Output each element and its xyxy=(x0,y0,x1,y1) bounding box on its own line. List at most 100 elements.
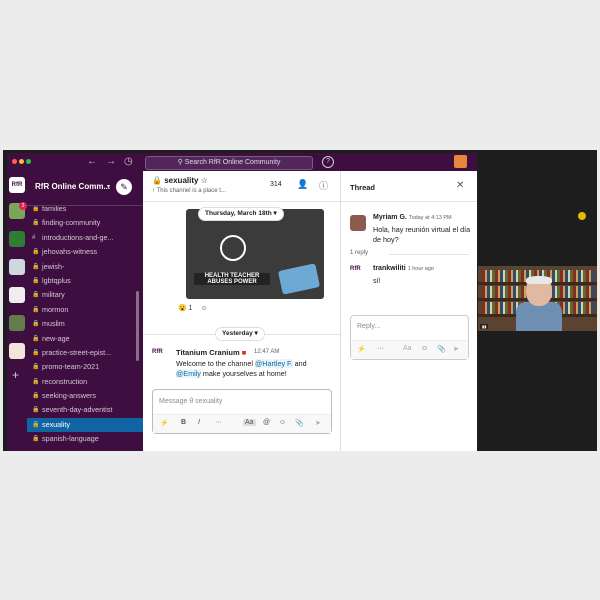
lock-icon: 🔒 xyxy=(32,220,40,227)
send-icon[interactable]: ➤ xyxy=(453,345,459,353)
reply-composer[interactable]: Reply... ⚡ ··· Aa ☺ 📎 ➤ xyxy=(350,315,469,360)
mention-hartley[interactable]: @Hartley F. xyxy=(254,359,293,368)
thread-root-text: Hola, hay reunión virtual el día de hoy? xyxy=(373,225,471,244)
sidebar-item-sexuality[interactable]: 🔒 sexuality xyxy=(27,417,143,433)
workspace-icon-6[interactable] xyxy=(9,315,25,331)
hash-icon: # xyxy=(32,234,36,241)
workspace-icon-7[interactable] xyxy=(9,343,25,359)
thread-root-author[interactable]: Myriam G. Today at 4:13 PM xyxy=(373,214,452,221)
message-timestamp[interactable]: 12:47 AM xyxy=(254,349,279,355)
thread-panel: Thread ✕ Myriam G. Today at 4:13 PM Hola… xyxy=(341,171,477,451)
sidebar-item-practice-street-epist[interactable]: 🔒 practice-street-epist... xyxy=(27,346,143,360)
sidebar-item-introductions-and-ge[interactable]: # introductions-and-ge... xyxy=(27,231,143,245)
workspace-icon-5[interactable] xyxy=(9,287,25,303)
add-reaction-icon[interactable]: ☺ xyxy=(201,305,208,312)
lock-icon: 🔒 xyxy=(32,393,40,400)
bold-icon[interactable]: B xyxy=(181,419,186,426)
message-composer[interactable]: Message θ sexuality ⚡ B I ··· Aa @ ☺ 📎 ➤ xyxy=(152,389,332,434)
workspace-header[interactable]: RfR Online Comm... ▾ ✎ xyxy=(27,171,143,206)
format-toggle-icon[interactable]: Aa xyxy=(403,345,412,352)
more-icon[interactable]: ··· xyxy=(215,419,222,426)
message-text: Welcome to the channel @Hartley F. and @… xyxy=(176,359,307,378)
workspace-icon-rfr[interactable]: RfR xyxy=(9,177,25,193)
sidebar-item-reconstruction[interactable]: 🔒 reconstruction xyxy=(27,375,143,389)
channel-title[interactable]: 🔒 sexuality ☆ xyxy=(152,176,208,185)
search-input[interactable]: ⚲ Search RfR Online Community xyxy=(145,156,313,170)
reaction-chip[interactable]: 😮 1 ☺ xyxy=(178,304,208,312)
pin-icon: ↑ xyxy=(152,188,155,194)
sidebar-item-label: lgbtqplus xyxy=(42,275,71,285)
sidebar-item-seeking-answers[interactable]: 🔒 seeking-answers xyxy=(27,389,143,403)
presenter-figure xyxy=(516,276,562,331)
video-thumbnail[interactable]: HEALTH TEACHER ABUSES POWER xyxy=(186,209,324,299)
lock-icon: 🔒 xyxy=(32,249,40,256)
back-arrow-icon[interactable]: ← xyxy=(87,156,97,167)
sidebar-item-label: jehovahs-witness xyxy=(42,247,98,257)
channel-list: 🔒 families 🔒 finding-community # introduction… xyxy=(27,202,143,447)
sidebar-scrollbar[interactable] xyxy=(136,291,139,361)
lock-icon: 🔒 xyxy=(32,407,40,414)
sidebar-item-jehovahs-witness[interactable]: 🔒 jehovahs-witness xyxy=(27,245,143,259)
yesterday-pill[interactable]: Yesterday ▾ xyxy=(215,327,265,341)
sidebar-item-label: seeking-answers xyxy=(42,391,96,401)
sidebar-item-finding-community[interactable]: 🔒 finding-community xyxy=(27,216,143,230)
workspace-name: RfR Online Comm... xyxy=(35,182,111,191)
message-author[interactable]: Titanium Cranium ■ xyxy=(176,348,246,357)
attach-icon[interactable]: 📎 xyxy=(295,419,304,427)
webcam-video-feed: ▮▮ xyxy=(478,266,597,331)
lightning-icon[interactable]: ⚡ xyxy=(357,345,366,353)
user-avatar[interactable] xyxy=(454,155,467,168)
history-clock-icon[interactable]: ◷ xyxy=(124,156,133,167)
avatar[interactable]: RfR xyxy=(350,266,366,282)
sidebar-item-promo-team-2021[interactable]: 🔒 promo-team-2021 xyxy=(27,360,143,374)
sidebar-item-label: new-age xyxy=(42,333,70,343)
minimize-window-button[interactable] xyxy=(19,159,24,164)
emoji-icon[interactable]: ☺ xyxy=(279,419,286,426)
add-workspace-icon[interactable]: + xyxy=(12,368,19,382)
help-icon[interactable]: ? xyxy=(322,156,334,168)
lightning-icon[interactable]: ⚡ xyxy=(160,419,169,427)
cursor-highlight xyxy=(578,212,586,220)
sidebar-item-label: mormon xyxy=(42,304,69,314)
emoji-icon[interactable]: ☺ xyxy=(421,345,428,352)
sidebar-item-new-age[interactable]: 🔒 new-age xyxy=(27,332,143,346)
sidebar-item-label: seventh-day-adventist xyxy=(42,405,113,415)
sidebar-item-jewish[interactable]: 🔒 jewish- xyxy=(27,260,143,274)
close-window-button[interactable] xyxy=(12,159,17,164)
mention-emily[interactable]: @Emily xyxy=(176,369,201,378)
avatar[interactable] xyxy=(350,215,366,231)
info-icon[interactable]: ⓘ xyxy=(319,179,328,192)
lock-icon: 🔒 xyxy=(152,176,162,185)
more-icon[interactable]: ··· xyxy=(377,345,384,352)
maximize-window-button[interactable] xyxy=(26,159,31,164)
format-toggle-icon[interactable]: Aa xyxy=(243,419,256,426)
sidebar-item-lgbtqplus[interactable]: 🔒 lgbtqplus xyxy=(27,274,143,288)
forward-arrow-icon[interactable]: → xyxy=(106,156,116,167)
sidebar-item-military[interactable]: 🔒 military xyxy=(27,288,143,302)
thread-title: Thread xyxy=(350,183,376,192)
workspace-icon-4[interactable] xyxy=(9,259,25,275)
sidebar-item-seventh-day-adventist[interactable]: 🔒 seventh-day-adventist xyxy=(27,403,143,417)
italic-icon[interactable]: I xyxy=(198,419,200,426)
sidebar-item-muslim[interactable]: 🔒 muslim xyxy=(27,317,143,331)
sidebar-item-spanish-language[interactable]: 🔒 spanish-language xyxy=(27,432,143,446)
mention-icon[interactable]: @ xyxy=(263,419,270,426)
date-divider-pill[interactable]: Thursday, March 18th ▾ xyxy=(198,207,284,221)
star-icon[interactable]: ☆ xyxy=(201,176,208,185)
compose-icon[interactable]: ✎ xyxy=(116,179,132,195)
chevron-down-icon[interactable]: ▾ xyxy=(107,183,110,190)
sidebar-item-mormon[interactable]: 🔒 mormon xyxy=(27,303,143,317)
thread-reply-author[interactable]: trankwiliti 1 hour ago xyxy=(373,265,434,272)
play-icon[interactable] xyxy=(220,235,246,261)
send-icon[interactable]: ➤ xyxy=(315,419,321,427)
member-count[interactable]: 314 xyxy=(270,181,282,188)
avatar[interactable]: RfR xyxy=(152,349,168,365)
workspace-icon-3[interactable] xyxy=(9,231,25,247)
channel-description[interactable]: ↑ This channel is a place t... xyxy=(152,188,226,194)
add-people-icon[interactable]: 👤 xyxy=(297,179,308,190)
sidebar-item-label: muslim xyxy=(42,319,65,329)
close-icon[interactable]: ✕ xyxy=(456,180,464,191)
attach-icon[interactable]: 📎 xyxy=(437,345,446,353)
sidebar-item-label: introductions-and-ge... xyxy=(42,232,114,242)
reply-count: 1 reply xyxy=(350,250,369,256)
